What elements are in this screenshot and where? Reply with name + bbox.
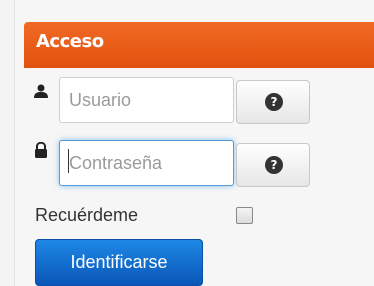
- panel-header: Acceso: [24, 22, 374, 68]
- remember-me-label: Recuérdeme: [35, 205, 139, 225]
- remember-me-checkbox[interactable]: [236, 207, 253, 224]
- question-circle-icon: ?: [265, 93, 283, 111]
- login-button[interactable]: Identificarse: [35, 239, 203, 286]
- lock-icon: [34, 142, 48, 158]
- text-caret: [68, 149, 69, 173]
- user-icon: [34, 84, 48, 98]
- question-circle-icon: ?: [265, 156, 283, 174]
- panel-title: Acceso: [36, 31, 104, 52]
- password-input[interactable]: [59, 140, 234, 186]
- username-input[interactable]: [59, 77, 234, 123]
- password-help-button[interactable]: ?: [236, 143, 310, 187]
- username-help-button[interactable]: ?: [236, 80, 310, 124]
